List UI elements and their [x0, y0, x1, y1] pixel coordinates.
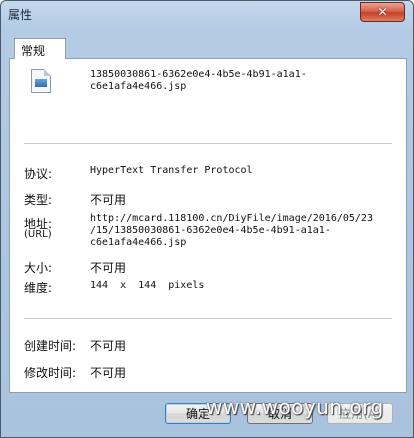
address-line2[interactable]: /15/13850030861-6362e0e4-4b5e-4b91-a1a1- — [90, 225, 331, 236]
protocol-label: 协议: — [24, 167, 53, 181]
type-value: 不可用 — [90, 193, 127, 207]
general-panel: 13850030861-6362e0e4-4b5e-4b91-a1a1- c6e… — [9, 58, 407, 393]
modified-label: 修改时间: — [24, 366, 77, 380]
address-sublabel: (URL) — [24, 229, 52, 240]
type-label: 类型: — [24, 193, 53, 207]
file-name-line2: c6e1afa4e466.jsp — [90, 81, 187, 92]
tab-general[interactable]: 常规 — [14, 38, 66, 59]
dimensions-label: 维度: — [24, 281, 53, 295]
address-line1[interactable]: http://mcard.118100.cn/DiyFile/image/201… — [90, 213, 373, 224]
size-value: 不可用 — [90, 261, 127, 275]
dimensions-value: 144 x 144 pixels — [90, 280, 205, 291]
created-value: 不可用 — [90, 339, 127, 353]
window-title: 属性 — [8, 8, 33, 22]
close-button[interactable]: ✕ — [360, 2, 405, 22]
modified-value: 不可用 — [90, 366, 127, 380]
created-label: 创建时间: — [24, 339, 77, 353]
properties-dialog: 属性 ✕ 常规 13850030861-6362e0e4-4b5e-4b91-a… — [0, 0, 414, 438]
watermark: www.wooyun.org — [206, 395, 384, 419]
file-name-line1: 13850030861-6362e0e4-4b5e-4b91-a1a1- — [90, 69, 307, 80]
address-line3[interactable]: c6e1afa4e466.jsp — [90, 237, 186, 248]
image-file-icon — [31, 69, 51, 93]
size-label: 大小: — [24, 261, 53, 275]
separator — [24, 318, 392, 320]
protocol-value: HyperText Transfer Protocol — [90, 165, 253, 176]
separator — [24, 143, 392, 145]
close-icon: ✕ — [377, 5, 388, 19]
